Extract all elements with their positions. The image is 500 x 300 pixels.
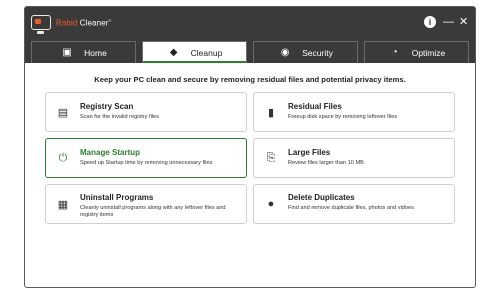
uninstall-programs-card[interactable]: ▦ Uninstall Programs Cleanly uninstall p… — [45, 184, 247, 224]
app-logo-icon — [31, 15, 51, 34]
app-window: Rabid Cleaner® i — ✕ ▣ Home ◆ Cleanup ◉ … — [24, 6, 476, 288]
registry-scan-card[interactable]: ▤ Registry Scan Scan for the invalid reg… — [45, 92, 247, 132]
close-icon[interactable]: ✕ — [459, 15, 468, 29]
card-title: Large Files — [288, 148, 331, 157]
page-subtitle: Keep your PC clean and secure by removin… — [94, 75, 406, 84]
main-tabs: ▣ Home ◆ Cleanup ◉ Security ◔ Optimize — [25, 41, 475, 63]
paint-bucket-icon: ◆ — [169, 47, 178, 58]
registry-icon: ▤ — [57, 106, 69, 119]
card-description: Freeup disk space by removing leftover f… — [288, 114, 398, 120]
tab-security-label: Security — [302, 47, 333, 58]
tab-home-label: Home — [84, 47, 107, 58]
card-description: Cleanly uninstall programs along with an… — [80, 205, 226, 218]
tab-home[interactable]: ▣ Home — [31, 41, 136, 63]
card-title: Manage Startup — [80, 148, 141, 157]
card-title: Delete Duplicates — [288, 193, 355, 202]
tab-cleanup-label: Cleanup — [190, 47, 223, 58]
tab-cleanup[interactable]: ◆ Cleanup — [142, 41, 247, 63]
card-description: Find and remove duplicate files, photos … — [288, 205, 414, 211]
title-bar[interactable]: Rabid Cleaner® i — ✕ — [25, 7, 475, 41]
large-file-icon: ⎘ — [266, 151, 276, 164]
power-icon: ⏻ — [58, 151, 68, 164]
uninstall-icon: ▦ — [57, 198, 69, 211]
tab-optimize-label: Optimize — [411, 47, 446, 58]
card-title: Residual Files — [288, 102, 342, 111]
trademark-symbol: ® — [108, 18, 112, 23]
large-files-card[interactable]: ⎘ Large Files Review files larger than 1… — [253, 138, 455, 178]
residual-file-icon: ▮ — [267, 106, 275, 119]
card-description: Speed up Startup time by removing unnece… — [80, 160, 213, 166]
shield-person-icon: ◉ — [280, 47, 290, 58]
card-title: Registry Scan — [80, 102, 134, 111]
delete-duplicates-card[interactable]: ● Delete Duplicates Find and remove dupl… — [253, 184, 455, 224]
manage-startup-card[interactable]: ⏻ Manage Startup Speed up Startup time b… — [45, 138, 247, 178]
speedometer-icon: ◔ — [391, 47, 398, 58]
minimize-icon[interactable]: — — [443, 15, 454, 29]
card-description: Scan for the invalid registry files — [80, 114, 159, 120]
app-title-name: Cleaner — [77, 18, 109, 28]
residual-files-card[interactable]: ▮ Residual Files Freeup disk space by re… — [253, 92, 455, 132]
card-description: Review files larger than 10 MB — [288, 160, 364, 166]
duplicate-icon: ● — [267, 198, 275, 210]
app-title-brand: Rabid — [56, 18, 78, 28]
tab-security[interactable]: ◉ Security — [253, 41, 358, 63]
app-title: Rabid Cleaner® — [56, 18, 112, 28]
info-icon[interactable]: i — [424, 16, 436, 28]
card-title: Uninstall Programs — [80, 193, 154, 202]
home-folder-icon: ▣ — [62, 47, 72, 58]
tab-optimize[interactable]: ◔ Optimize — [364, 41, 469, 63]
